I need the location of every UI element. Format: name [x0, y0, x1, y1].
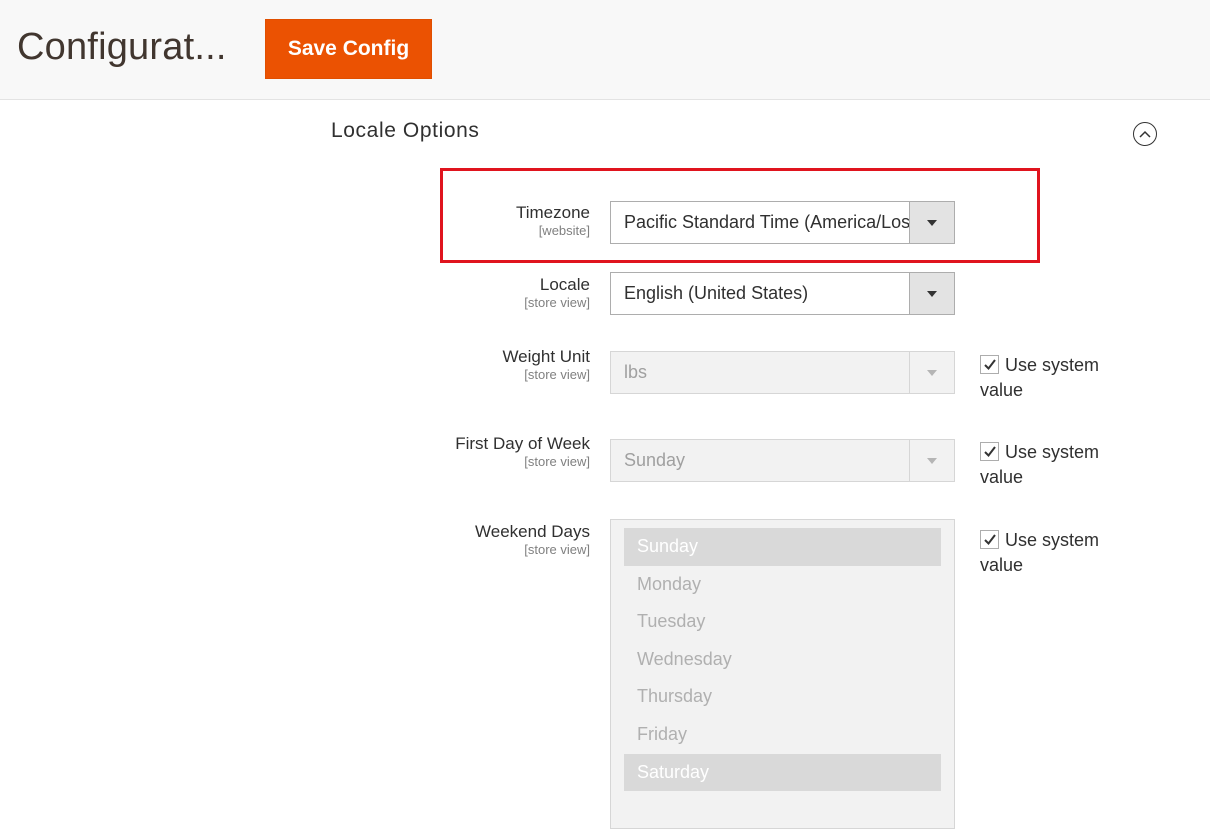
- page-title: Configurat...: [17, 26, 227, 68]
- timezone-label-group: Timezone [website]: [516, 203, 590, 239]
- weekend-use-system-checkbox[interactable]: [980, 530, 999, 549]
- first-day-scope: [store view]: [524, 454, 590, 469]
- weight-unit-use-system[interactable]: Use system value: [980, 353, 1130, 403]
- first-day-value: Sunday: [624, 450, 686, 470]
- locale-scope: [store view]: [524, 295, 590, 310]
- weekend-label-group: Weekend Days [store view]: [475, 522, 590, 558]
- weight-unit-label-group: Weight Unit [store view]: [502, 347, 590, 383]
- dropdown-arrow-icon[interactable]: [909, 202, 954, 243]
- section-title[interactable]: Locale Options: [331, 119, 480, 143]
- dropdown-arrow-icon[interactable]: [909, 440, 954, 481]
- weekend-label: Weekend Days: [475, 522, 590, 541]
- weekend-option-thursday[interactable]: Thursday: [624, 678, 941, 716]
- first-day-use-system[interactable]: Use system value: [980, 440, 1130, 490]
- locale-label: Locale: [539, 275, 590, 294]
- first-day-select[interactable]: Sunday: [610, 439, 955, 482]
- weekend-option-tuesday[interactable]: Tuesday: [624, 603, 941, 641]
- weekend-scope: [store view]: [524, 542, 590, 557]
- page-header: Configurat... Save Config: [0, 0, 1210, 100]
- weight-unit-use-system-checkbox[interactable]: [980, 355, 999, 374]
- weekend-option-wednesday[interactable]: Wednesday: [624, 641, 941, 679]
- weekend-option-friday[interactable]: Friday: [624, 716, 941, 754]
- timezone-scope: [website]: [538, 223, 590, 238]
- weekend-option-saturday[interactable]: Saturday: [624, 753, 941, 792]
- first-day-label: First Day of Week: [455, 434, 590, 453]
- locale-value: English (United States): [624, 283, 809, 303]
- dropdown-arrow-icon[interactable]: [909, 352, 954, 393]
- locale-label-group: Locale [store view]: [524, 275, 590, 311]
- weekend-use-system[interactable]: Use system value: [980, 528, 1130, 578]
- weight-unit-value: lbs: [624, 362, 648, 382]
- timezone-select[interactable]: Pacific Standard Time (America/Los_Angel…: [610, 201, 955, 244]
- first-day-use-system-checkbox[interactable]: [980, 442, 999, 461]
- save-config-button[interactable]: Save Config: [265, 19, 432, 79]
- weekend-option-monday[interactable]: Monday: [624, 566, 941, 604]
- weight-unit-select[interactable]: lbs: [610, 351, 955, 394]
- weekend-option-sunday[interactable]: Sunday: [624, 528, 941, 566]
- locale-select[interactable]: English (United States): [610, 272, 955, 315]
- first-day-label-group: First Day of Week [store view]: [455, 434, 590, 470]
- timezone-value: Pacific Standard Time (America/Los_Angel…: [624, 212, 909, 232]
- weight-unit-label: Weight Unit: [502, 347, 590, 366]
- dropdown-arrow-icon[interactable]: [909, 273, 954, 314]
- weekend-multiselect[interactable]: Sunday Monday Tuesday Wednesday Thursday…: [610, 519, 955, 829]
- collapse-icon[interactable]: [1133, 122, 1157, 146]
- weight-unit-scope: [store view]: [524, 367, 590, 382]
- timezone-label: Timezone: [515, 203, 590, 222]
